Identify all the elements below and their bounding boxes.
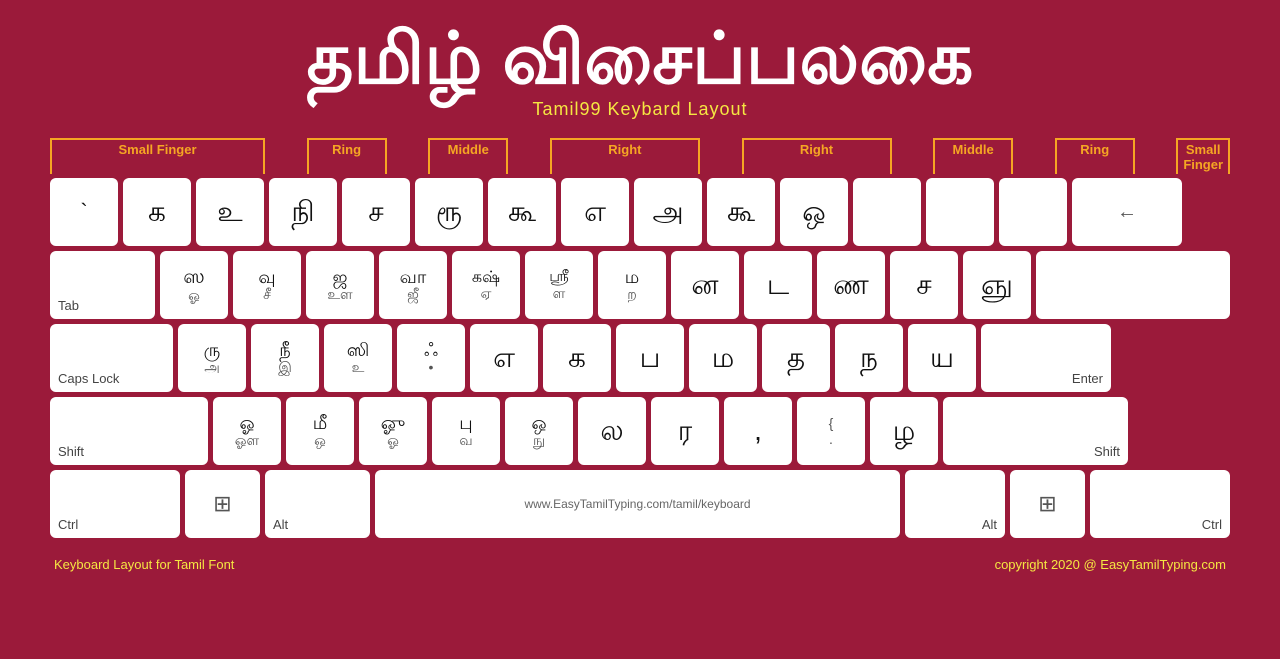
key-alt-right[interactable]: Alt <box>905 470 1005 538</box>
key-b[interactable]: ஒ நு <box>505 397 573 465</box>
key-n[interactable]: ல <box>578 397 646 465</box>
key-d[interactable]: ஸி உ <box>324 324 392 392</box>
key-q[interactable]: ஸ ஓ <box>160 251 228 319</box>
key-row-3: Caps Lock ரு அ நீ இ ஸி உ ஃ • எ க ப ம த ந… <box>50 324 1230 392</box>
key-f[interactable]: ஃ • <box>397 324 465 392</box>
key-3[interactable]: நி <box>269 178 337 246</box>
key-7[interactable]: எ <box>561 178 629 246</box>
key-minus[interactable] <box>853 178 921 246</box>
key-8[interactable]: அ <box>634 178 702 246</box>
key-row-5: Ctrl ⊞ Alt www.EasyTamilTyping.com/tamil… <box>50 470 1230 538</box>
key-g[interactable]: எ <box>470 324 538 392</box>
key-equals[interactable] <box>926 178 994 246</box>
key-y[interactable]: ஸ்ரீ ள <box>525 251 593 319</box>
finger-header: Small Finger Ring Middle Right Right Mid… <box>50 138 1230 174</box>
key-l[interactable]: த <box>762 324 830 392</box>
key-m[interactable]: ர <box>651 397 719 465</box>
finger-right2: Right <box>742 138 892 174</box>
key-1[interactable]: க <box>123 178 191 246</box>
key-o[interactable]: ட <box>744 251 812 319</box>
finger-ring2: Ring <box>1055 138 1135 174</box>
key-u[interactable]: ம ற <box>598 251 666 319</box>
page-title-tamil: தமிழ் விசைப்பலகை <box>307 20 974 99</box>
key-slash[interactable]: ழ <box>870 397 938 465</box>
key-quote[interactable]: ய <box>908 324 976 392</box>
key-backslash[interactable] <box>1036 251 1230 319</box>
key-row-2: Tab ஸ ஓ வு சீ ஜ உள வா ஜீ கஷ் ஏ ஸ்ரீ ள ம … <box>50 251 1230 319</box>
key-bracket-l[interactable]: ச <box>890 251 958 319</box>
key-c[interactable]: ஓு ஓ <box>359 397 427 465</box>
key-backspace[interactable]: ← <box>1072 178 1182 246</box>
key-h[interactable]: க <box>543 324 611 392</box>
key-t[interactable]: கஷ் ஏ <box>452 251 520 319</box>
key-bracket-r[interactable]: ஞு <box>963 251 1031 319</box>
key-tab[interactable]: Tab <box>50 251 155 319</box>
key-semicolon[interactable]: ந <box>835 324 903 392</box>
key-shift-right[interactable]: Shift <box>943 397 1128 465</box>
key-2[interactable]: உ <box>196 178 264 246</box>
key-row-4: Shift ஓ ஓள மீ ஒ ஓு ஓ பு வ ஒ நு ல ர , { .… <box>50 397 1230 465</box>
finger-small1: Small Finger <box>50 138 265 174</box>
key-ctrl-right[interactable]: Ctrl <box>1090 470 1230 538</box>
key-enter[interactable]: Enter <box>981 324 1111 392</box>
key-e[interactable]: ஜ உள <box>306 251 374 319</box>
keyboard-wrapper: Small Finger Ring Middle Right Right Mid… <box>50 138 1230 543</box>
key-period[interactable]: { . <box>797 397 865 465</box>
footer: Keyboard Layout for Tamil Font copyright… <box>50 557 1230 572</box>
finger-middle1: Middle <box>428 138 508 174</box>
key-5[interactable]: ரூ <box>415 178 483 246</box>
key-shift-left[interactable]: Shift <box>50 397 208 465</box>
finger-ring1: Ring <box>307 138 387 174</box>
key-comma[interactable]: , <box>724 397 792 465</box>
key-win-right[interactable]: ⊞ <box>1010 470 1085 538</box>
key-intl[interactable] <box>999 178 1067 246</box>
finger-right1: Right <box>550 138 700 174</box>
key-j[interactable]: ப <box>616 324 684 392</box>
key-a[interactable]: ரு அ <box>178 324 246 392</box>
key-z[interactable]: ஓ ஓள <box>213 397 281 465</box>
page-subtitle: Tamil99 Keybard Layout <box>532 99 747 120</box>
key-space[interactable]: www.EasyTamilTyping.com/tamil/keyboard <box>375 470 900 538</box>
finger-small2: Small Finger <box>1176 138 1230 174</box>
key-x[interactable]: மீ ஒ <box>286 397 354 465</box>
key-6[interactable]: கூ <box>488 178 556 246</box>
footer-right: copyright 2020 @ EasyTamilTyping.com <box>995 557 1226 572</box>
key-p[interactable]: ண <box>817 251 885 319</box>
key-s[interactable]: நீ இ <box>251 324 319 392</box>
key-w[interactable]: வு சீ <box>233 251 301 319</box>
key-v[interactable]: பு வ <box>432 397 500 465</box>
key-9[interactable]: கூ <box>707 178 775 246</box>
key-row-1: ` க உ நி ச ரூ கூ எ அ கூ ஒ ← <box>50 178 1230 246</box>
key-i[interactable]: ன <box>671 251 739 319</box>
key-0[interactable]: ஒ <box>780 178 848 246</box>
finger-middle2: Middle <box>933 138 1013 174</box>
key-4[interactable]: ச <box>342 178 410 246</box>
key-ctrl-left[interactable]: Ctrl <box>50 470 180 538</box>
key-r[interactable]: வா ஜீ <box>379 251 447 319</box>
key-backtick[interactable]: ` <box>50 178 118 246</box>
key-alt-left[interactable]: Alt <box>265 470 370 538</box>
key-win-left[interactable]: ⊞ <box>185 470 260 538</box>
footer-left: Keyboard Layout for Tamil Font <box>54 557 234 572</box>
key-caps-lock[interactable]: Caps Lock <box>50 324 173 392</box>
key-k[interactable]: ம <box>689 324 757 392</box>
